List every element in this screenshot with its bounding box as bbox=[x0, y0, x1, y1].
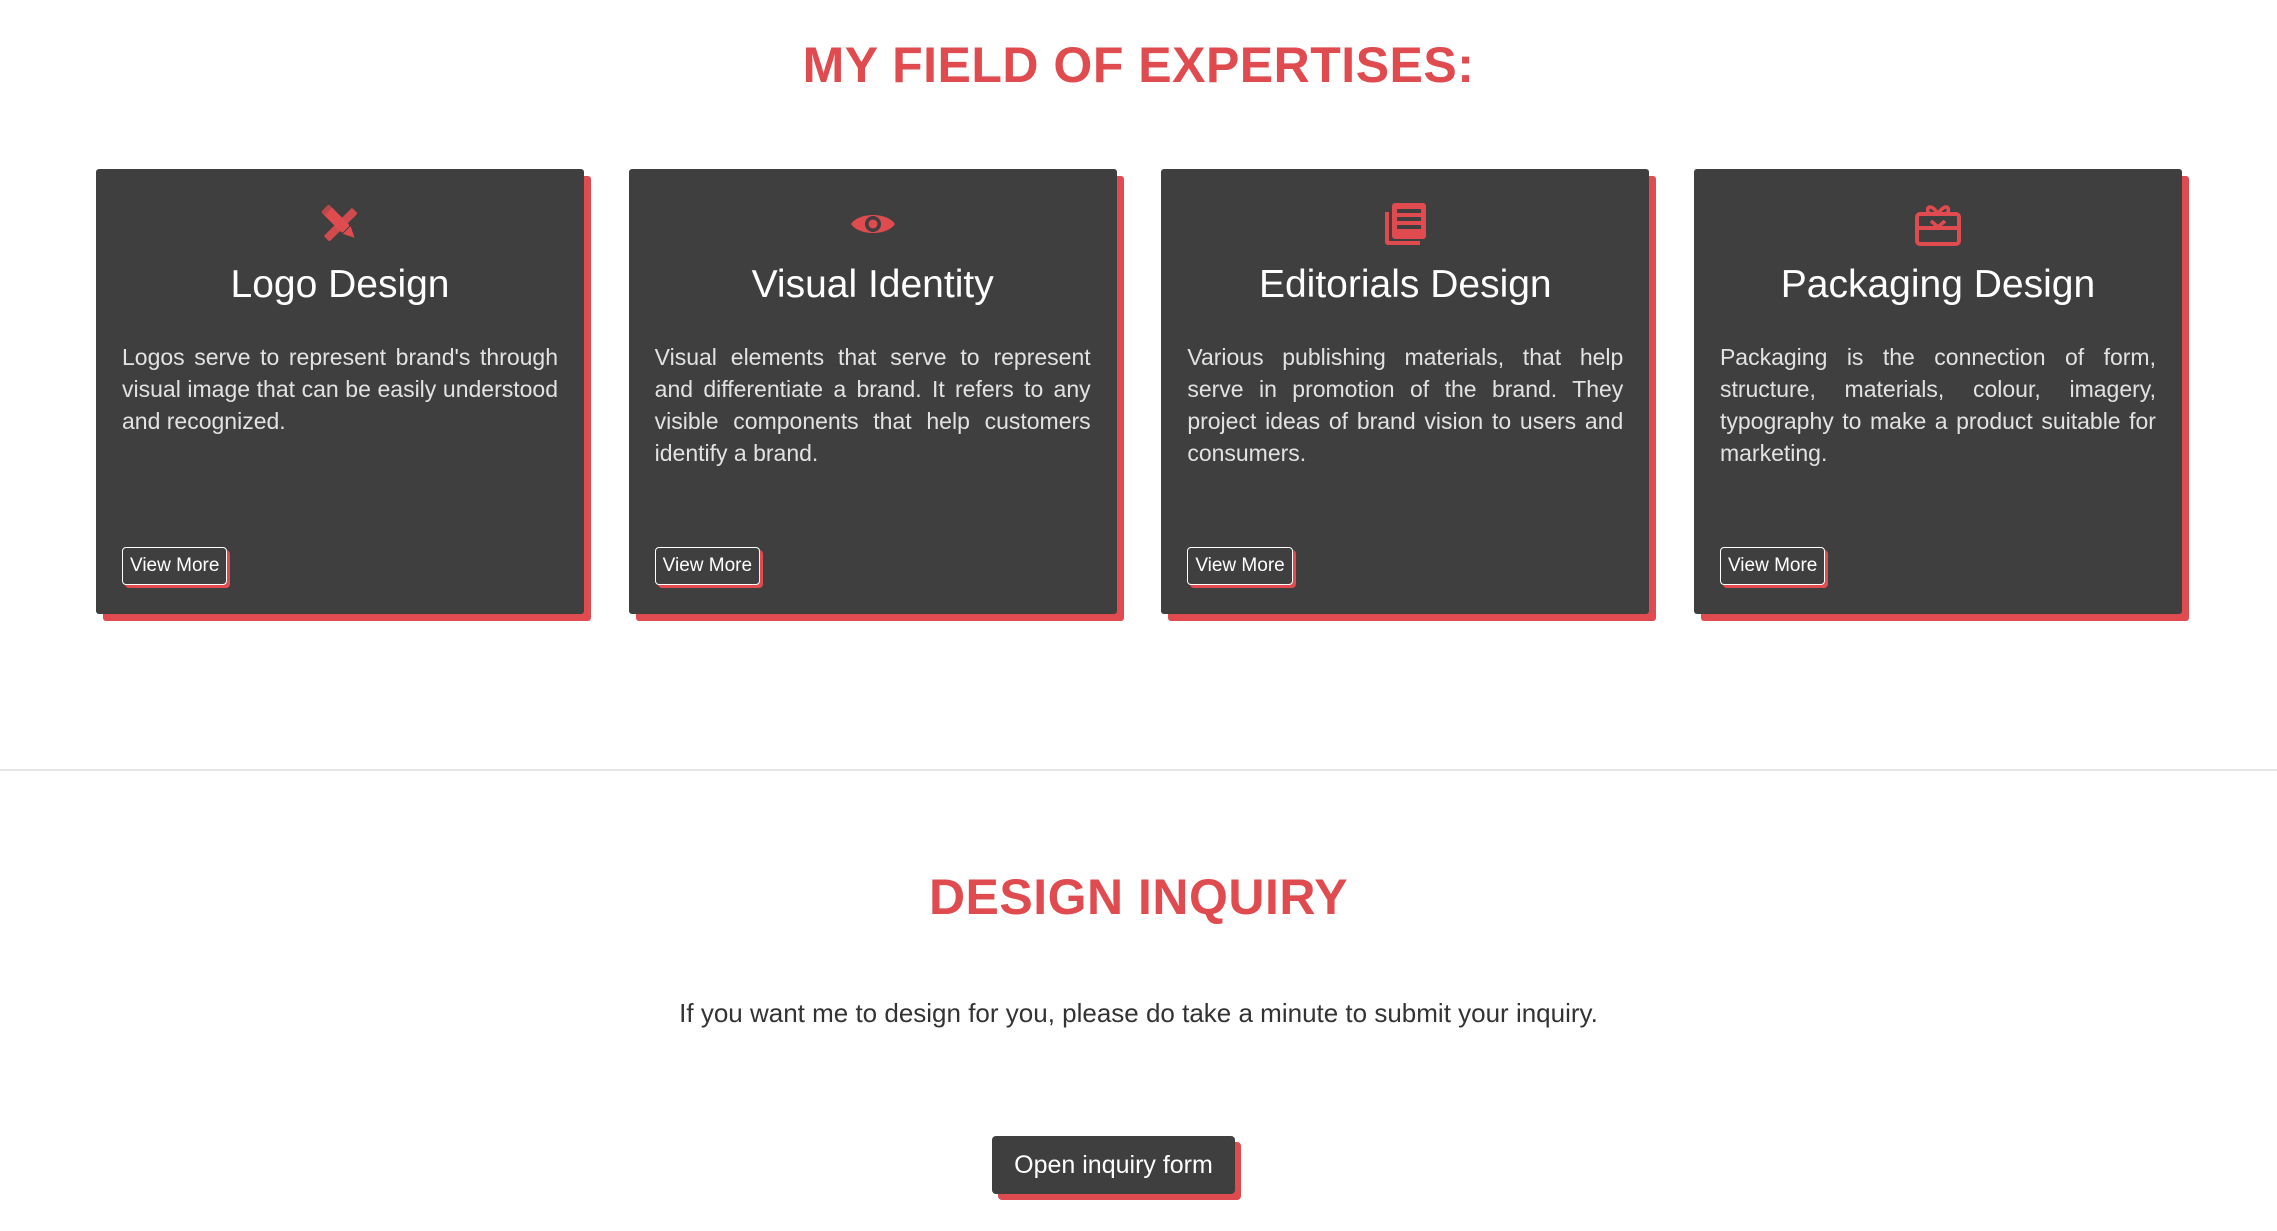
expertise-cards: Logo Design Logos serve to represent bra… bbox=[96, 169, 2182, 614]
open-inquiry-form-button[interactable]: Open inquiry form bbox=[992, 1136, 1235, 1194]
gift-box-icon bbox=[1912, 198, 1964, 250]
card-description: Packaging is the connection of form, str… bbox=[1719, 344, 2156, 466]
card-packaging-design: Packaging Design Packaging is the connec… bbox=[1693, 169, 2182, 614]
newspaper-icon bbox=[1379, 198, 1431, 250]
expertise-section-title: MY FIELD OF EXPERTISES: bbox=[802, 37, 1475, 93]
view-more-button[interactable]: View More bbox=[122, 547, 228, 585]
section-divider bbox=[0, 769, 2277, 771]
card-title: Logo Design bbox=[230, 263, 450, 306]
card-editorials-design: Editorials Design Various publishing mat… bbox=[1161, 169, 1650, 614]
card-logo-design: Logo Design Logos serve to represent bra… bbox=[96, 169, 584, 614]
view-more-button[interactable]: View More bbox=[1719, 547, 1826, 585]
card-title: Visual Identity bbox=[751, 263, 994, 306]
view-more-button[interactable]: View More bbox=[654, 547, 761, 585]
card-description: Various publishing materials, that help … bbox=[1187, 344, 1624, 466]
card-description: Logos serve to represent brand's through… bbox=[122, 344, 558, 434]
inquiry-description: If you want me to design for you, please… bbox=[679, 998, 1598, 1028]
eye-icon bbox=[847, 198, 899, 250]
inquiry-section-title: DESIGN INQUIRY bbox=[928, 869, 1349, 925]
pencil-ruler-icon bbox=[314, 198, 366, 250]
card-title: Packaging Design bbox=[1780, 263, 2096, 306]
card-title: Editorials Design bbox=[1258, 263, 1552, 306]
card-visual-identity: Visual Identity Visual elements that ser… bbox=[628, 169, 1117, 614]
card-description: Visual elements that serve to represent … bbox=[654, 344, 1091, 466]
view-more-button[interactable]: View More bbox=[1187, 547, 1293, 585]
